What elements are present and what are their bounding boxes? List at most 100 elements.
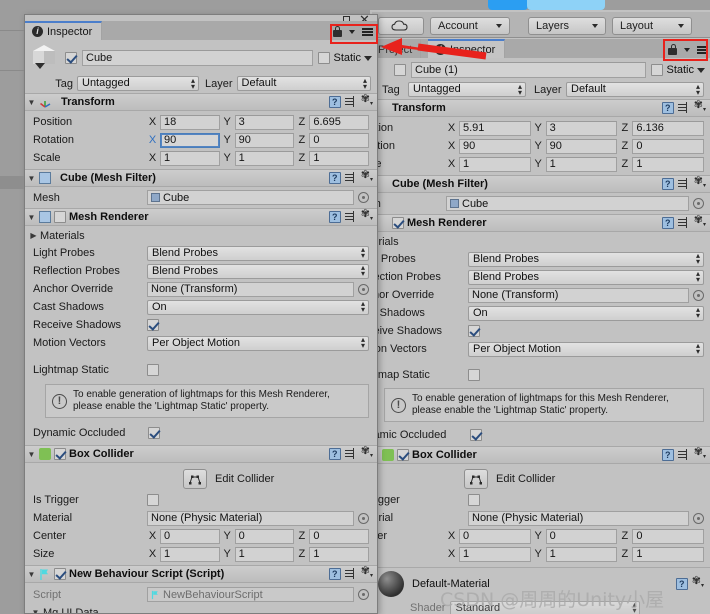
gear-icon[interactable]: ✾▾ (694, 214, 706, 231)
lock-closed-icon[interactable] (333, 26, 342, 37)
preset-icon[interactable] (344, 172, 357, 184)
docked-size-x[interactable]: 1 (459, 546, 531, 562)
size-y-field[interactable]: 1 (234, 546, 295, 562)
docked-meshrenderer-header[interactable]: Mesh Renderer ? ✾▾ (370, 214, 710, 232)
meshfilter-foldout-icon[interactable]: ▼ (27, 174, 36, 183)
layout-dropdown[interactable]: Layout (612, 17, 692, 35)
hamburger-menu-icon[interactable] (697, 45, 708, 54)
lightmapstatic-checkbox[interactable] (147, 364, 159, 376)
docked-anchoroverride-picker[interactable] (693, 289, 704, 301)
reflectionprobes-dropdown[interactable]: Blend Probes ▴ ▾ (147, 263, 369, 279)
docked-position-x[interactable]: 5.91 (459, 120, 531, 136)
help-icon[interactable]: ? (661, 102, 674, 114)
position-x-field[interactable]: 18 (160, 114, 220, 130)
docked-receiveshadows-checkbox[interactable] (468, 325, 480, 337)
scale-x-field[interactable]: 1 (160, 150, 220, 166)
docked-object-enabled-checkbox[interactable] (394, 64, 406, 76)
size-x-field[interactable]: 1 (160, 546, 220, 562)
size-z-field[interactable]: 1 (309, 546, 370, 562)
docked-castshadows-dropdown[interactable]: On ▴ ▾ (468, 305, 704, 321)
docked-rotation-x[interactable]: 90 (459, 138, 531, 154)
help-icon[interactable]: ? (661, 178, 674, 190)
help-icon[interactable]: ? (328, 96, 341, 108)
anchoroverride-field[interactable]: None (Transform) (147, 281, 354, 297)
gear-icon[interactable]: ✾▾ (692, 575, 704, 592)
gear-icon[interactable]: ✾▾ (361, 169, 373, 186)
rotation-z-field[interactable]: 0 (309, 132, 370, 148)
docked-center-y[interactable]: 0 (545, 528, 618, 544)
help-icon[interactable]: ? (661, 217, 674, 229)
help-icon[interactable]: ? (328, 568, 341, 580)
docked-scale-z[interactable]: 1 (632, 156, 705, 172)
script-foldout-icon[interactable]: ▼ (27, 570, 36, 579)
transform-foldout-icon[interactable]: ▼ (27, 98, 36, 107)
docked-lightprobes-dropdown[interactable]: Blend Probes ▴ ▾ (468, 251, 704, 267)
docked-shader-dropdown[interactable]: Standard ▴ ▾ (450, 600, 641, 614)
center-y-field[interactable]: 0 (234, 528, 295, 544)
gear-icon[interactable]: ✾▾ (361, 565, 373, 582)
docked-layer-dropdown[interactable]: Default ▴ ▾ (566, 82, 704, 97)
mg-ui-data-foldout[interactable]: ▼ Mg UI Data (31, 604, 369, 614)
collider-material-field[interactable]: None (Physic Material) (147, 510, 354, 526)
help-icon[interactable]: ? (328, 172, 341, 184)
gear-icon[interactable]: ✾▾ (361, 93, 373, 110)
docked-collider-material-field[interactable]: None (Physic Material) (468, 510, 689, 526)
docked-boxcollider-enabled-checkbox[interactable] (397, 449, 409, 461)
static-checkbox[interactable] (318, 52, 331, 64)
materials-foldout[interactable]: ▶ Materials (30, 227, 369, 244)
tab-inspector-floating[interactable]: i Inspector (25, 21, 103, 40)
preset-icon[interactable] (344, 568, 357, 580)
help-icon[interactable]: ? (328, 211, 341, 223)
docked-dynamicoccluded-checkbox[interactable] (470, 429, 482, 441)
docked-reflectionprobes-dropdown[interactable]: Blend Probes ▴ ▾ (468, 269, 704, 285)
castshadows-dropdown[interactable]: On ▴ ▾ (147, 299, 369, 315)
object-name-field[interactable]: Cube (82, 50, 314, 66)
istrigger-checkbox[interactable] (147, 494, 159, 506)
docked-materials-foldout[interactable]: Materials (370, 233, 704, 250)
gear-icon[interactable]: ✾▾ (694, 99, 706, 116)
docked-rotation-y[interactable]: 90 (545, 138, 618, 154)
edit-collider-button[interactable] (183, 468, 207, 489)
help-icon[interactable]: ? (675, 578, 688, 590)
meshrenderer-header[interactable]: ▼ Mesh Renderer ? ✾▾ (25, 208, 377, 226)
anchoroverride-picker[interactable] (358, 283, 369, 295)
docked-size-y[interactable]: 1 (545, 546, 618, 562)
motionvectors-dropdown[interactable]: Per Object Motion ▴ ▾ (147, 335, 369, 351)
meshrenderer-enabled-checkbox[interactable] (54, 211, 66, 223)
docked-istrigger-checkbox[interactable] (468, 494, 480, 506)
help-icon[interactable]: ? (661, 449, 674, 461)
mg-ui-data-foldout-icon[interactable]: ▼ (31, 608, 40, 613)
docked-mesh-field[interactable]: Cube (446, 196, 689, 211)
docked-collider-material-picker[interactable] (693, 512, 704, 524)
position-z-field[interactable]: 6.695 (309, 114, 370, 130)
docked-boxcollider-header[interactable]: Box Collider ? ✾▾ (370, 446, 710, 464)
collider-material-picker[interactable] (358, 512, 369, 524)
docked-tag-dropdown[interactable]: Untagged ▴ ▾ (408, 82, 526, 97)
materials-foldout-icon[interactable]: ▶ (29, 231, 38, 240)
background-scroll-nub[interactable] (0, 176, 24, 189)
meshrenderer-foldout-icon[interactable]: ▼ (27, 213, 36, 222)
docked-scale-y[interactable]: 1 (545, 156, 618, 172)
static-dropdown[interactable]: Static (318, 52, 372, 64)
gear-icon[interactable]: ✾▾ (694, 446, 706, 463)
mesh-picker[interactable] (358, 192, 369, 203)
mesh-field[interactable]: Cube (147, 190, 354, 205)
docked-mesh-picker[interactable] (693, 198, 704, 209)
gear-icon[interactable]: ✾▾ (361, 445, 373, 462)
scale-y-field[interactable]: 1 (234, 150, 295, 166)
docked-position-z[interactable]: 6.136 (632, 120, 705, 136)
layers-dropdown[interactable]: Layers (528, 17, 606, 35)
center-x-field[interactable]: 0 (160, 528, 220, 544)
docked-position-y[interactable]: 3 (545, 120, 618, 136)
docked-scale-x[interactable]: 1 (459, 156, 531, 172)
transform-header[interactable]: ▼ Transform ? ✾▾ (25, 93, 377, 111)
preset-icon[interactable] (344, 448, 357, 460)
layer-dropdown[interactable]: Default ▴ ▾ (236, 76, 371, 91)
preset-icon[interactable] (677, 217, 690, 229)
hamburger-menu-icon[interactable] (362, 27, 373, 36)
docked-size-z[interactable]: 1 (632, 546, 705, 562)
rotation-x-field[interactable]: 90 (160, 132, 220, 148)
boxcollider-foldout-icon[interactable]: ▼ (27, 450, 36, 459)
boxcollider-header[interactable]: ▼ Box Collider ? ✾▾ (25, 445, 377, 463)
scale-z-field[interactable]: 1 (309, 150, 370, 166)
